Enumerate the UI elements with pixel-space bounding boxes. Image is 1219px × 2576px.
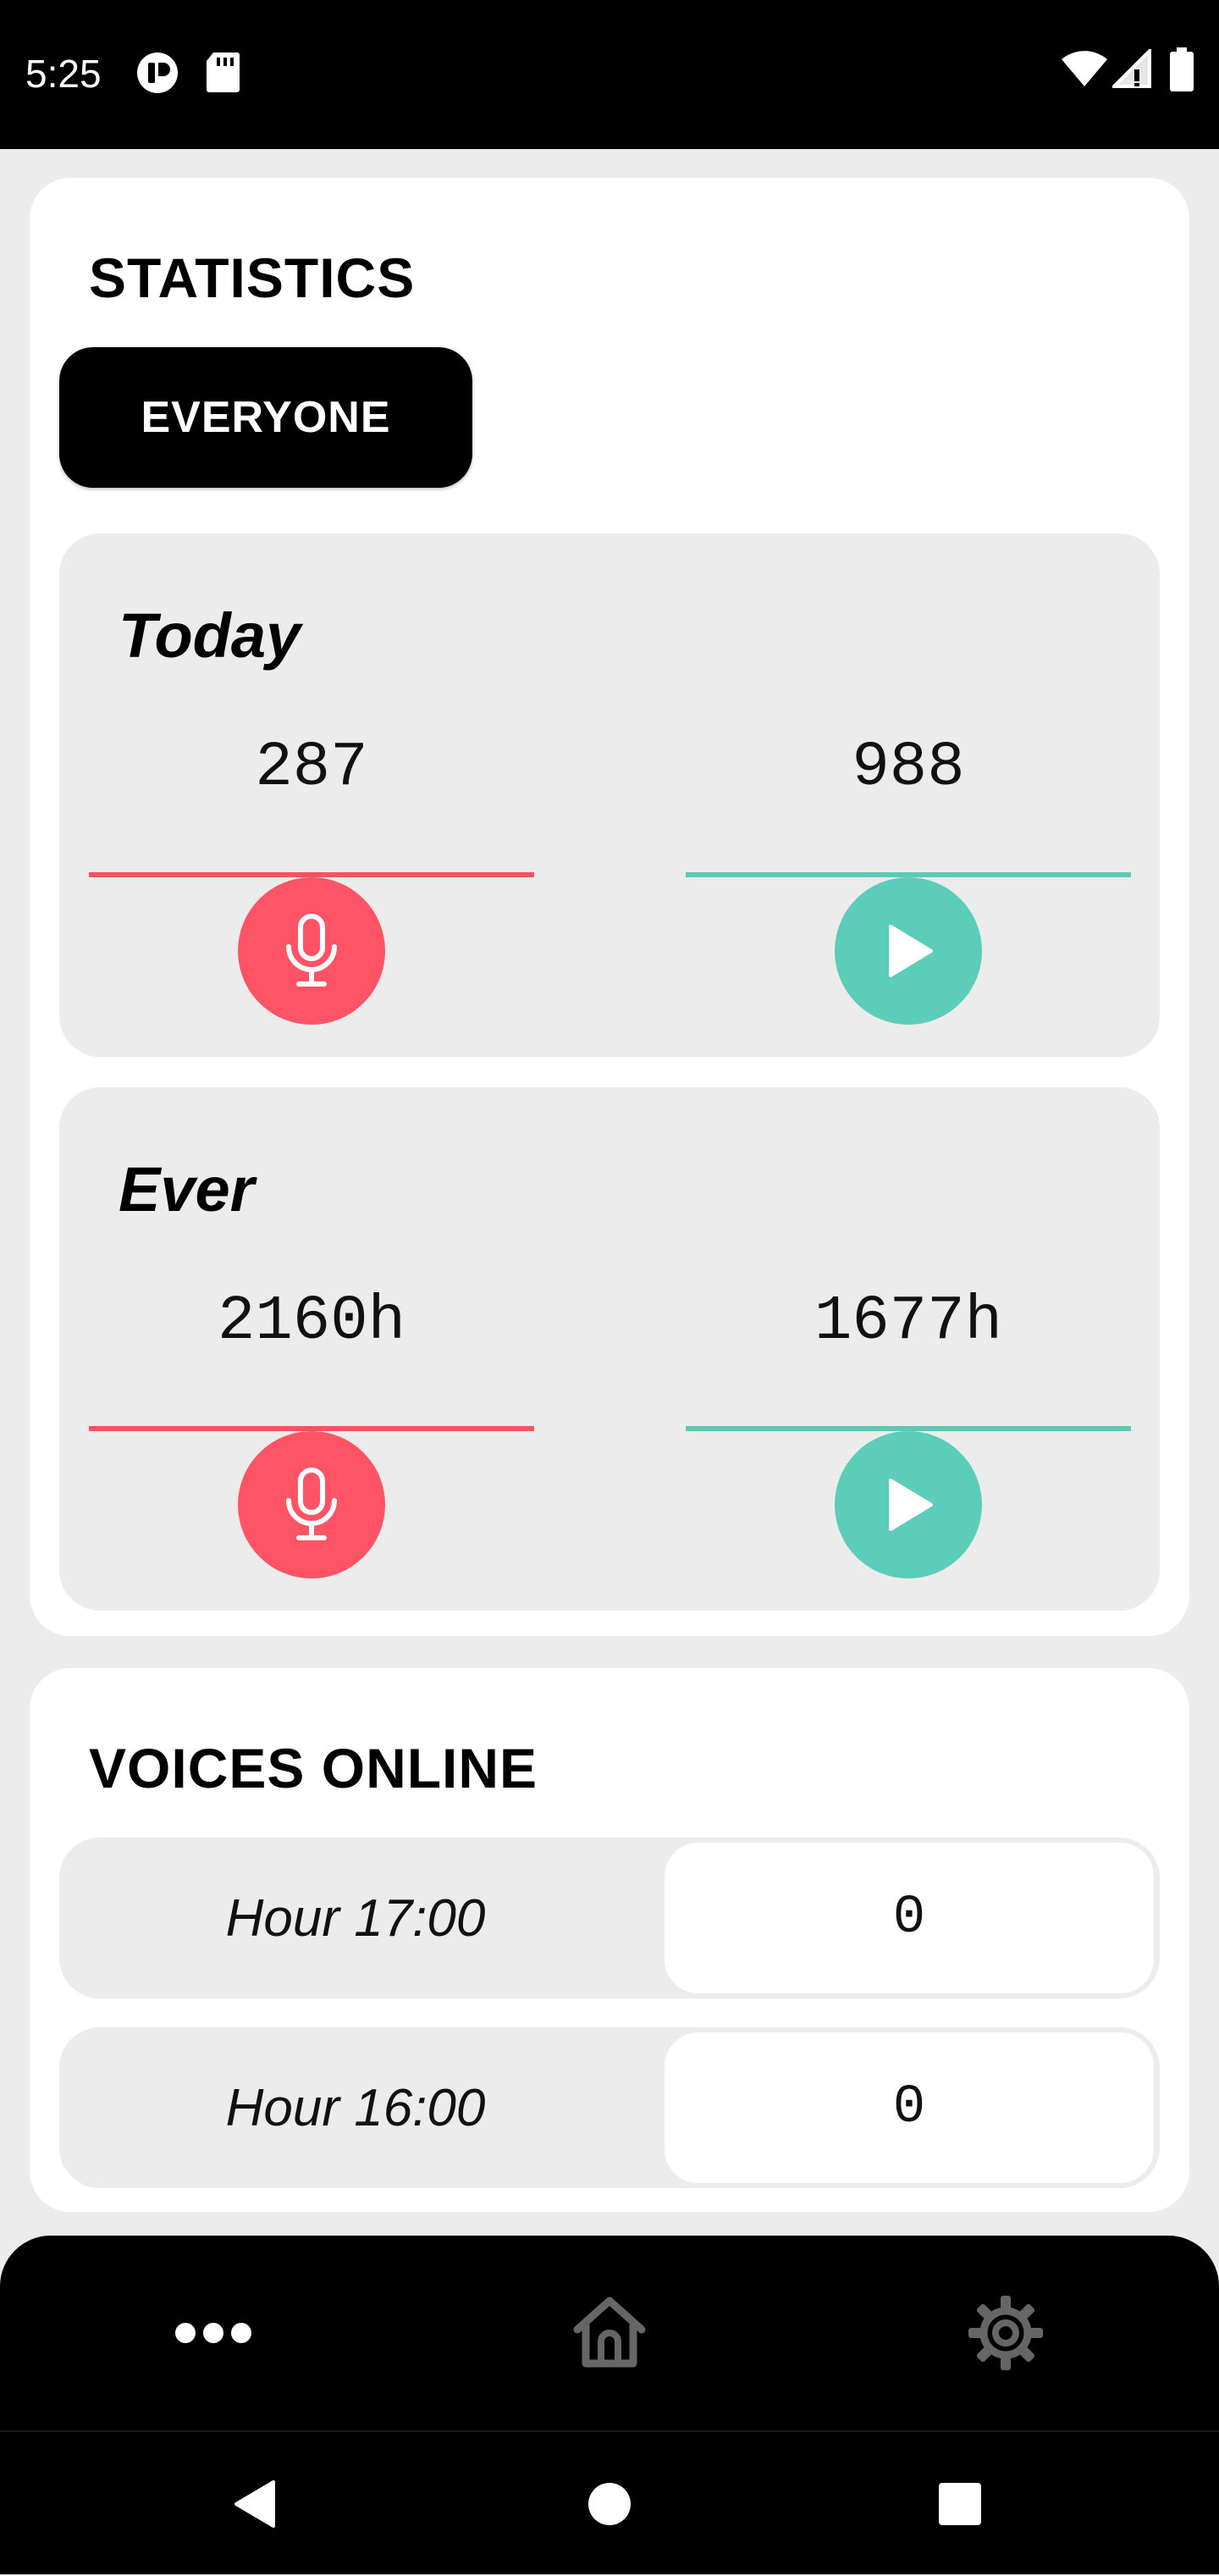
today-listen-button[interactable] xyxy=(835,877,982,1025)
wifi-icon xyxy=(1060,49,1109,92)
play-icon xyxy=(889,925,933,977)
ever-listen-button[interactable] xyxy=(835,1431,982,1578)
ever-listened-stat: 1677h xyxy=(686,1291,1131,1595)
voice-row-hour: Hour 16:00 xyxy=(225,2078,486,2137)
recents-icon xyxy=(939,2483,981,2525)
voices-online-title: VOICES ONLINE xyxy=(89,1737,538,1799)
voice-row: Hour 17:00 0 xyxy=(59,1838,1160,1998)
statistics-title: STATISTICS xyxy=(89,246,416,309)
ever-panel: Ever 2160h 1677h xyxy=(59,1087,1160,1611)
back-icon xyxy=(234,2480,275,2528)
battery-icon xyxy=(1170,47,1194,96)
today-label: Today xyxy=(119,600,301,671)
ever-listened-value: 1677h xyxy=(814,1286,1003,1357)
voice-row-count: 0 xyxy=(665,1843,1154,1993)
system-recents-button[interactable] xyxy=(875,2432,1045,2576)
ever-recorded-value: 2160h xyxy=(217,1286,406,1357)
home-circle-icon xyxy=(588,2483,631,2525)
cellular-signal-icon xyxy=(1110,47,1151,92)
voice-row-count: 0 xyxy=(665,2032,1154,2183)
today-recorded-value: 287 xyxy=(255,732,368,804)
more-icon xyxy=(175,2323,251,2343)
status-bar: 5:25 xyxy=(0,0,1219,149)
settings-icon xyxy=(968,2296,1043,2370)
sd-card-icon xyxy=(205,51,240,97)
today-record-button[interactable] xyxy=(238,877,385,1025)
bottom-navigation xyxy=(0,2236,1219,2430)
statistics-card: STATISTICS EVERYONE Today 287 988 Ever 2… xyxy=(30,178,1189,1636)
voice-row-hour: Hour 17:00 xyxy=(225,1888,486,1948)
system-navigation-bar xyxy=(0,2430,1219,2574)
ever-label: Ever xyxy=(119,1154,255,1224)
nav-more-button[interactable] xyxy=(86,2236,340,2430)
play-icon xyxy=(889,1479,933,1531)
home-icon xyxy=(573,2297,646,2368)
today-listened-value: 988 xyxy=(852,732,965,804)
microphone-icon xyxy=(286,914,337,987)
today-panel: Today 287 988 xyxy=(59,533,1160,1057)
system-back-button[interactable] xyxy=(169,2432,339,2576)
system-home-button[interactable] xyxy=(525,2432,694,2576)
microphone-icon xyxy=(286,1468,337,1540)
content-area[interactable]: STATISTICS EVERYONE Today 287 988 Ever 2… xyxy=(0,149,1219,2236)
voice-row: Hour 16:00 0 xyxy=(59,2027,1160,2188)
nav-settings-button[interactable] xyxy=(879,2236,1133,2430)
ever-recorded-stat: 2160h xyxy=(89,1291,534,1595)
status-time: 5:25 xyxy=(25,52,102,96)
voices-online-card: VOICES ONLINE Hour 17:00 0 Hour 16:00 0 xyxy=(30,1668,1189,2212)
ever-record-button[interactable] xyxy=(238,1431,385,1578)
today-recorded-stat: 287 xyxy=(89,737,534,1042)
today-listened-stat: 988 xyxy=(686,737,1131,1042)
app-notification-icon xyxy=(135,51,179,99)
nav-home-button[interactable] xyxy=(483,2236,736,2430)
everyone-filter-button[interactable]: EVERYONE xyxy=(59,347,472,488)
